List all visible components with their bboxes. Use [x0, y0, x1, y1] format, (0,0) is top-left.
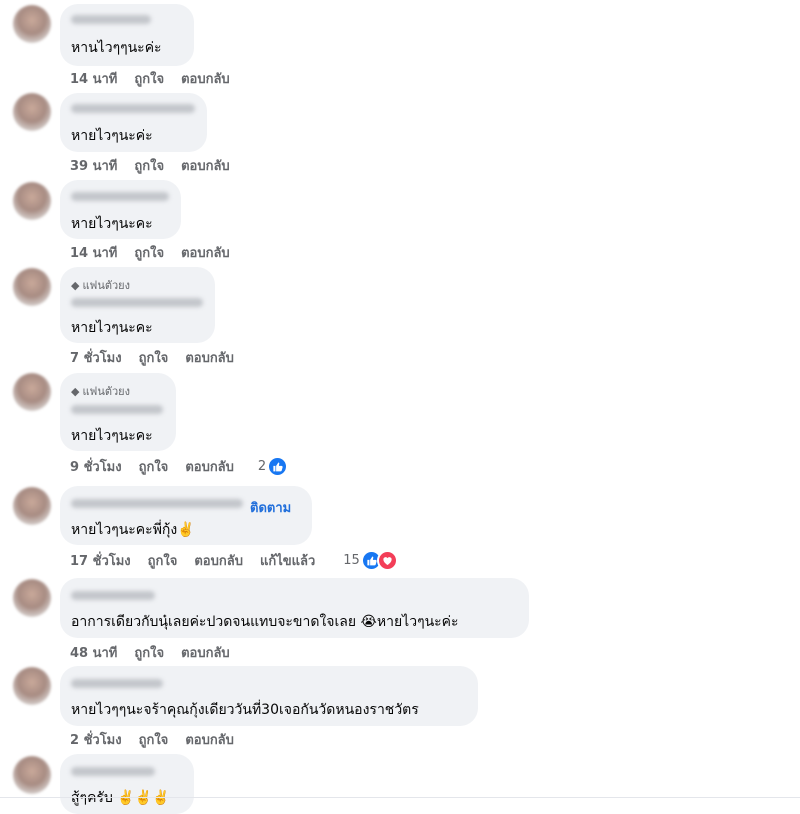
comment-time[interactable]: 14 นาที [70, 68, 117, 89]
reply-button[interactable]: ตอบกลับ [181, 642, 230, 663]
reaction-summary[interactable]: 2 [257, 455, 289, 477]
comment-bubble: ◆ แฟนตัวยง หายไวๆนะคะ [60, 373, 176, 451]
like-button[interactable]: ถูกใจ [134, 642, 164, 663]
reply-button[interactable]: ตอบกลับ [185, 347, 234, 368]
reply-button[interactable]: ตอบกลับ [181, 68, 230, 89]
like-button[interactable]: ถูกใจ [134, 68, 164, 89]
comment-bubble: หานไวๆๆนะค่ะ [60, 4, 194, 66]
comment-time[interactable]: 48 นาที [70, 642, 117, 663]
comment-text: หายไวๆนะคะ [71, 216, 153, 232]
comment-bubble: สู้ๆครับ ✌️✌️✌️ [60, 754, 194, 814]
commenter-name[interactable] [71, 405, 163, 414]
comment-text: หานไวๆๆนะค่ะ [71, 40, 162, 56]
comment-bubble: ◆ แฟนตัวยง หายไวๆนะคะ [60, 267, 215, 343]
comment-time[interactable]: 39 นาที [70, 155, 117, 176]
comment-actions: 39 นาที ถูกใจ ตอบกลับ [70, 156, 247, 174]
commenter-name[interactable] [71, 767, 155, 776]
comment-actions: 2 ชั่วโมง ถูกใจ ตอบกลับ [70, 730, 251, 748]
comment-bubble: หายไวๆนะคะ [60, 180, 181, 239]
commenter-name[interactable] [71, 591, 155, 600]
like-button[interactable]: ถูกใจ [134, 242, 164, 263]
like-reaction-icon [267, 455, 289, 477]
like-button[interactable]: ถูกใจ [148, 550, 178, 571]
comment-time[interactable]: 9 ชั่วโมง [70, 456, 122, 477]
commenter-name[interactable] [71, 298, 203, 307]
comment-time[interactable]: 17 ชั่วโมง [70, 550, 131, 571]
comment-text: หายไวๆนะคะพี่กุ้ง✌️ [71, 522, 195, 538]
edited-label[interactable]: แก้ไขแล้ว [260, 550, 315, 571]
commenter-name[interactable] [71, 192, 169, 201]
commenter-name[interactable] [71, 499, 243, 508]
reply-button[interactable]: ตอบกลับ [181, 242, 230, 263]
reply-button[interactable]: ตอบกลับ [185, 456, 234, 477]
comment-bubble: อาการเดียวกับนุ๋เลยค่ะปวดจนแทบจะขาดใจเลย… [60, 578, 529, 638]
divider [0, 797, 800, 798]
like-button[interactable]: ถูกใจ [139, 456, 169, 477]
top-fan-badge: ◆ แฟนตัวยง [71, 276, 130, 294]
reply-button[interactable]: ตอบกลับ [181, 155, 230, 176]
avatar[interactable] [13, 5, 51, 43]
comment-text: หายไวๆนะค่ะ [71, 128, 153, 144]
comment-text: สู้ๆครับ ✌️✌️✌️ [71, 790, 170, 806]
comment-time[interactable]: 2 ชั่วโมง [70, 729, 122, 750]
avatar[interactable] [13, 579, 51, 617]
avatar[interactable] [13, 756, 51, 794]
commenter-name[interactable] [71, 15, 151, 24]
reply-button[interactable]: ตอบกลับ [194, 550, 243, 571]
commenter-name[interactable] [71, 679, 163, 688]
comment-actions: 9 ชั่วโมง ถูกใจ ตอบกลับ 2 [70, 455, 289, 477]
badge-label: แฟนตัวยง [82, 385, 131, 398]
love-reaction-icon [376, 549, 398, 571]
comment-text: หายไวๆๆนะจร้าคุณกุ้งเดียววันที่30เจอกันว… [71, 702, 419, 718]
comment-actions: 17 ชั่วโมง ถูกใจ ตอบกลับ แก้ไขแล้ว 15 [70, 549, 398, 571]
comment-time[interactable]: 7 ชั่วโมง [70, 347, 122, 368]
comment-actions: 7 ชั่วโมง ถูกใจ ตอบกลับ [70, 348, 251, 366]
avatar[interactable] [13, 373, 51, 411]
reaction-count: 15 [343, 552, 360, 568]
comment-actions: 14 นาที ถูกใจ ตอบกลับ [70, 243, 247, 261]
comment-text: อาการเดียวกับนุ๋เลยค่ะปวดจนแทบจะขาดใจเลย… [71, 614, 459, 630]
follow-button[interactable]: ติดตาม [250, 497, 291, 518]
comment-bubble: หายไวๆๆนะจร้าคุณกุ้งเดียววันที่30เจอกันว… [60, 666, 478, 726]
reaction-count: 2 [257, 458, 267, 474]
diamond-icon: ◆ [71, 384, 80, 398]
comment-text: หายไวๆนะคะ [71, 320, 153, 336]
like-button[interactable]: ถูกใจ [139, 347, 169, 368]
comment-bubble: หายไวๆนะค่ะ [60, 93, 207, 152]
avatar[interactable] [13, 667, 51, 705]
avatar[interactable] [13, 93, 51, 131]
top-fan-badge: ◆ แฟนตัวยง [71, 382, 130, 400]
comment-actions: 14 นาที ถูกใจ ตอบกลับ [70, 69, 247, 87]
like-button[interactable]: ถูกใจ [139, 729, 169, 750]
avatar[interactable] [13, 182, 51, 220]
avatar[interactable] [13, 268, 51, 306]
reply-button[interactable]: ตอบกลับ [185, 729, 234, 750]
avatar[interactable] [13, 487, 51, 525]
comment-bubble: ติดตาม หายไวๆนะคะพี่กุ้ง✌️ [60, 486, 312, 545]
comment-actions: 48 นาที ถูกใจ ตอบกลับ [70, 643, 247, 661]
like-button[interactable]: ถูกใจ [134, 155, 164, 176]
comment-time[interactable]: 14 นาที [70, 242, 117, 263]
commenter-name[interactable] [71, 104, 195, 113]
comment-text: หายไวๆนะคะ [71, 428, 153, 444]
badge-label: แฟนตัวยง [82, 279, 131, 292]
diamond-icon: ◆ [71, 278, 80, 292]
reaction-summary[interactable]: 15 [343, 549, 398, 571]
